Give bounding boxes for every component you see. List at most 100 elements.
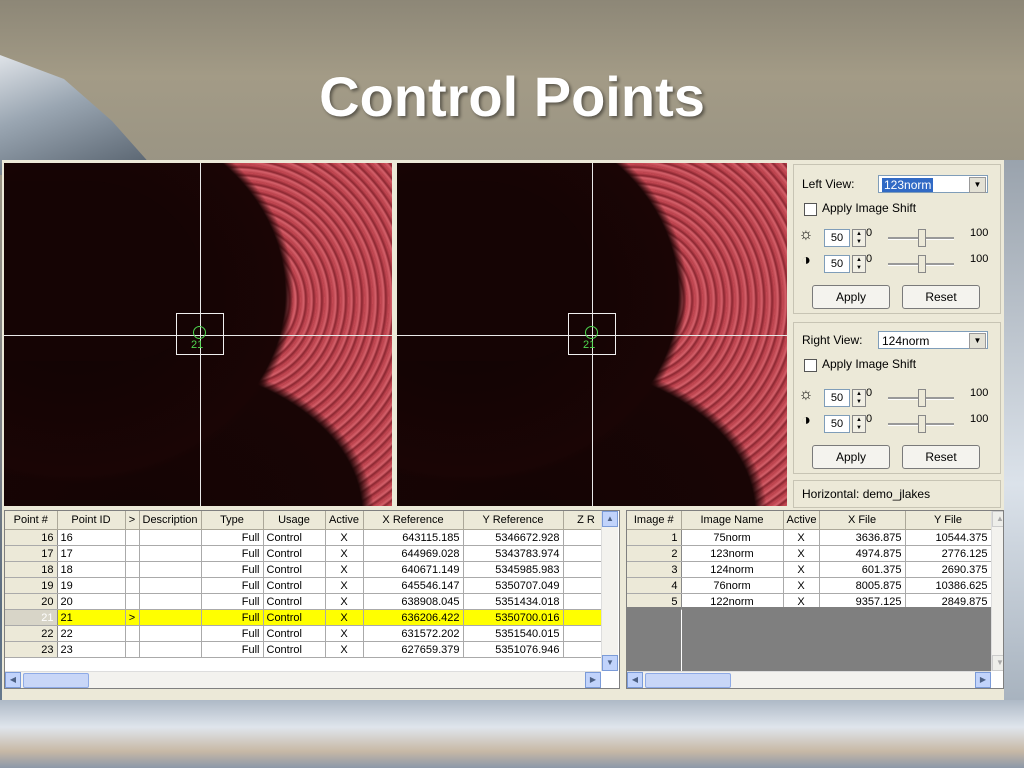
y-file-cell[interactable]: 10544.375 [905, 529, 992, 546]
pointer-cell[interactable]: > [125, 609, 140, 626]
usage-cell[interactable]: Control [263, 593, 326, 610]
y-file-cell[interactable]: 10386.625 [905, 577, 992, 594]
right-contrast-slider-thumb[interactable] [918, 415, 926, 433]
x-file-cell[interactable]: 3636.875 [819, 529, 906, 546]
active-cell[interactable]: X [783, 545, 820, 562]
row-number[interactable]: 19 [5, 577, 58, 594]
description-cell[interactable] [139, 641, 202, 658]
usage-cell[interactable]: Control [263, 641, 326, 658]
type-cell[interactable]: Full [201, 561, 264, 578]
y-reference-cell[interactable]: 5343783.974 [463, 545, 564, 562]
scroll-left-icon[interactable]: ◀ [627, 672, 643, 688]
active-cell[interactable]: X [325, 625, 364, 642]
row-number[interactable]: 22 [5, 625, 58, 642]
right-apply-button[interactable]: Apply [812, 445, 890, 469]
x-reference-cell[interactable]: 638908.045 [363, 593, 464, 610]
right-brightness-value[interactable]: 50 [824, 389, 850, 407]
row-number[interactable]: 23 [5, 641, 58, 658]
control-point-marker-icon[interactable] [193, 326, 206, 339]
right-apply-shift-checkbox[interactable] [804, 359, 817, 372]
table-row[interactable]: 1 75norm X 3636.875 10544.375 [627, 529, 992, 546]
column-header[interactable]: Point # [5, 511, 58, 530]
active-cell[interactable]: X [325, 609, 364, 626]
pointer-cell[interactable] [125, 625, 140, 642]
left-contrast-value[interactable]: 50 [824, 255, 850, 273]
column-header[interactable]: Point ID [57, 511, 126, 530]
image-name-cell[interactable]: 124norm [681, 561, 784, 578]
pointer-cell[interactable] [125, 593, 140, 610]
scroll-up-icon[interactable]: ▲ [992, 511, 1003, 527]
active-cell[interactable]: X [325, 593, 364, 610]
type-cell[interactable]: Full [201, 577, 264, 594]
scroll-left-icon[interactable]: ◀ [5, 672, 21, 688]
row-number[interactable]: 16 [5, 529, 58, 546]
table-row[interactable]: 3 124norm X 601.375 2690.375 [627, 561, 992, 578]
x-reference-cell[interactable]: 636206.422 [363, 609, 464, 626]
description-cell[interactable] [139, 561, 202, 578]
left-brightness-slider-thumb[interactable] [918, 229, 926, 247]
column-header[interactable]: Active [783, 511, 820, 530]
point-id-cell[interactable]: 22 [57, 625, 126, 642]
left-reset-button[interactable]: Reset [902, 285, 980, 309]
description-cell[interactable] [139, 609, 202, 626]
table-row[interactable]: 16 16 Full Control X 643115.185 5346672.… [5, 529, 610, 546]
type-cell[interactable]: Full [201, 593, 264, 610]
y-reference-cell[interactable]: 5351434.018 [463, 593, 564, 610]
control-points-grid[interactable]: Point # Point ID > Description Type Usag… [4, 510, 620, 689]
row-number[interactable]: 21 [5, 609, 58, 626]
x-file-cell[interactable]: 4974.875 [819, 545, 906, 562]
active-cell[interactable]: X [783, 577, 820, 594]
table-row[interactable]: 20 20 Full Control X 638908.045 5351434.… [5, 593, 610, 610]
image-name-cell[interactable]: 75norm [681, 529, 784, 546]
column-header[interactable]: X File [819, 511, 906, 530]
y-reference-cell[interactable]: 5350707.049 [463, 577, 564, 594]
column-header[interactable]: X Reference [363, 511, 464, 530]
column-header[interactable]: Image # [627, 511, 682, 530]
left-image-view[interactable]: 21 [4, 163, 392, 506]
scroll-thumb[interactable] [645, 673, 731, 688]
control-point-marker-icon[interactable] [585, 326, 598, 339]
row-number[interactable]: 2 [627, 545, 682, 562]
right-contrast-spinner[interactable]: ▲ ▼ [852, 415, 866, 433]
table-row[interactable]: 2 123norm X 4974.875 2776.125 [627, 545, 992, 562]
usage-cell[interactable]: Control [263, 625, 326, 642]
right-reset-button[interactable]: Reset [902, 445, 980, 469]
type-cell[interactable]: Full [201, 545, 264, 562]
row-number[interactable]: 4 [627, 577, 682, 594]
x-reference-cell[interactable]: 645546.147 [363, 577, 464, 594]
x-reference-cell[interactable]: 640671.149 [363, 561, 464, 578]
column-header[interactable]: Type [201, 511, 264, 530]
active-cell[interactable]: X [325, 529, 364, 546]
x-reference-cell[interactable]: 644969.028 [363, 545, 464, 562]
left-brightness-value[interactable]: 50 [824, 229, 850, 247]
left-contrast-spinner[interactable]: ▲ ▼ [852, 255, 866, 273]
table-row[interactable]: 4 76norm X 8005.875 10386.625 [627, 577, 992, 594]
table-row[interactable]: 19 19 Full Control X 645546.147 5350707.… [5, 577, 610, 594]
point-id-cell[interactable]: 18 [57, 561, 126, 578]
scroll-thumb[interactable] [23, 673, 89, 688]
points-vertical-scrollbar[interactable]: ▲ ▼ [601, 511, 618, 671]
left-view-select[interactable]: 123norm ▼ [878, 175, 988, 193]
scroll-up-icon[interactable]: ▲ [602, 511, 618, 527]
images-vertical-scrollbar[interactable]: ▲ ▼ [991, 511, 1003, 671]
y-file-cell[interactable]: 2690.375 [905, 561, 992, 578]
x-reference-cell[interactable]: 627659.379 [363, 641, 464, 658]
point-id-cell[interactable]: 19 [57, 577, 126, 594]
row-number[interactable]: 17 [5, 545, 58, 562]
scroll-down-icon[interactable]: ▼ [602, 655, 618, 671]
y-reference-cell[interactable]: 5351076.946 [463, 641, 564, 658]
point-id-cell[interactable]: 17 [57, 545, 126, 562]
active-cell[interactable]: X [325, 545, 364, 562]
row-number[interactable]: 18 [5, 561, 58, 578]
type-cell[interactable]: Full [201, 609, 264, 626]
type-cell[interactable]: Full [201, 529, 264, 546]
active-cell[interactable]: X [325, 577, 364, 594]
left-brightness-spinner[interactable]: ▲ ▼ [852, 229, 866, 247]
column-header[interactable]: Active [325, 511, 364, 530]
x-reference-cell[interactable]: 631572.202 [363, 625, 464, 642]
point-id-cell[interactable]: 20 [57, 593, 126, 610]
point-id-cell[interactable]: 21 [57, 609, 126, 626]
active-cell[interactable]: X [783, 529, 820, 546]
row-number[interactable]: 1 [627, 529, 682, 546]
usage-cell[interactable]: Control [263, 529, 326, 546]
